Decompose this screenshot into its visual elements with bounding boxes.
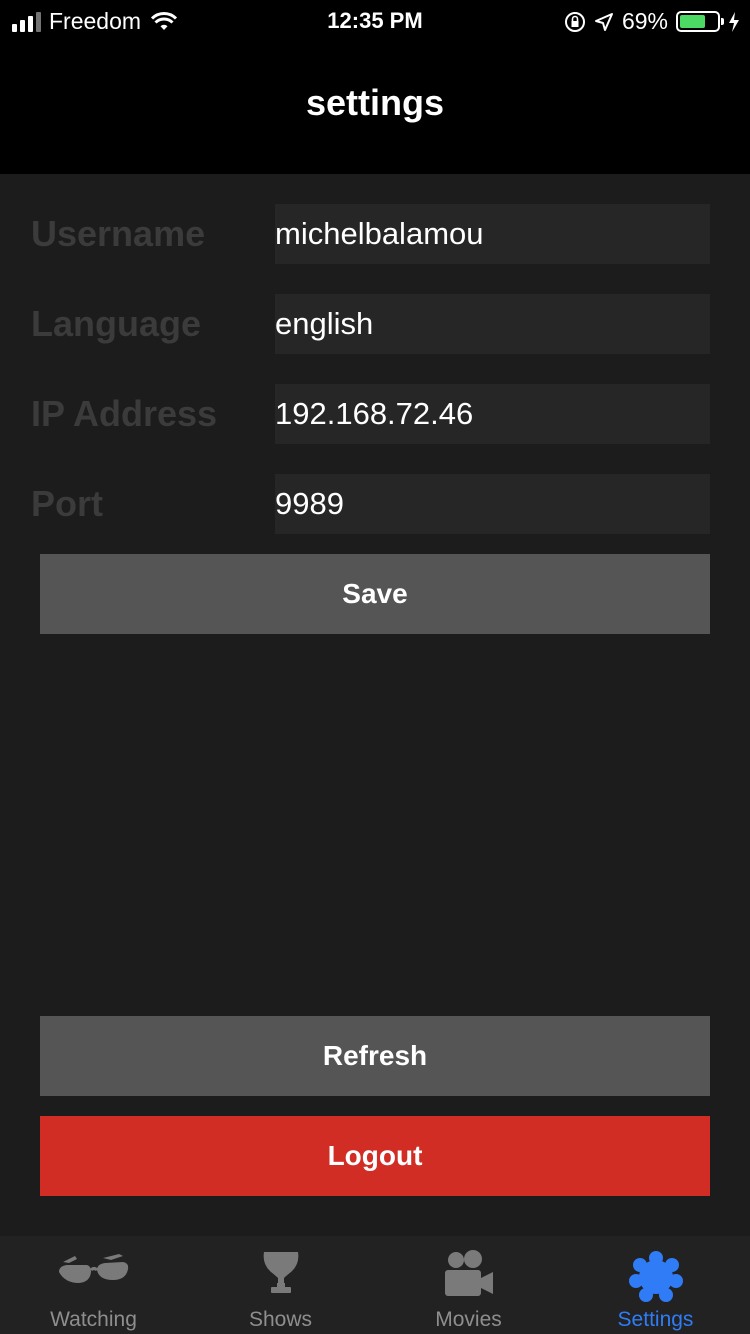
- battery-icon: [676, 11, 724, 32]
- location-arrow-icon: [594, 12, 613, 31]
- tab-label-movies: Movies: [435, 1308, 502, 1331]
- port-label: Port: [31, 483, 103, 524]
- refresh-button[interactable]: Refresh: [40, 1016, 710, 1096]
- status-bar: Freedom 12:35 PM 69%: [0, 0, 750, 40]
- port-field[interactable]: [275, 474, 710, 534]
- username-label: Username: [31, 213, 206, 254]
- tab-settings[interactable]: Settings: [562, 1236, 749, 1334]
- page-title: settings: [305, 82, 445, 123]
- language-label: Language: [31, 303, 202, 344]
- tab-watching[interactable]: Watching: [0, 1236, 187, 1334]
- top-bar: Freedom 12:35 PM 69% settings: [0, 0, 750, 174]
- ip-address-row: IP Address: [0, 384, 750, 444]
- username-row: Username: [0, 204, 750, 264]
- status-right: 69%: [564, 8, 740, 35]
- tab-label-shows: Shows: [248, 1308, 313, 1331]
- tab-movies[interactable]: Movies: [375, 1236, 562, 1334]
- glasses-icon: [58, 1254, 128, 1283]
- language-row: Language: [0, 294, 750, 354]
- battery-fill: [680, 15, 705, 28]
- battery-percent: 69%: [621, 8, 668, 34]
- ip-address-field[interactable]: [275, 384, 710, 444]
- ip-address-label: IP Address: [31, 393, 218, 434]
- tab-bar: Watching Shows Movies Settings: [0, 1236, 750, 1334]
- trophy-icon: [263, 1252, 298, 1293]
- gear-icon: [628, 1251, 683, 1302]
- tab-label-watching: Watching: [50, 1308, 137, 1331]
- charging-bolt-icon: [729, 11, 739, 32]
- language-field[interactable]: [275, 294, 710, 354]
- logout-button[interactable]: Logout: [40, 1116, 710, 1196]
- port-row: Port: [0, 474, 750, 534]
- save-button[interactable]: Save: [40, 554, 710, 634]
- camera-icon: [444, 1250, 493, 1296]
- tab-label-settings: Settings: [617, 1308, 694, 1331]
- username-field[interactable]: [275, 204, 710, 264]
- tab-shows[interactable]: Shows: [187, 1236, 374, 1334]
- rotation-lock-icon: [564, 11, 585, 32]
